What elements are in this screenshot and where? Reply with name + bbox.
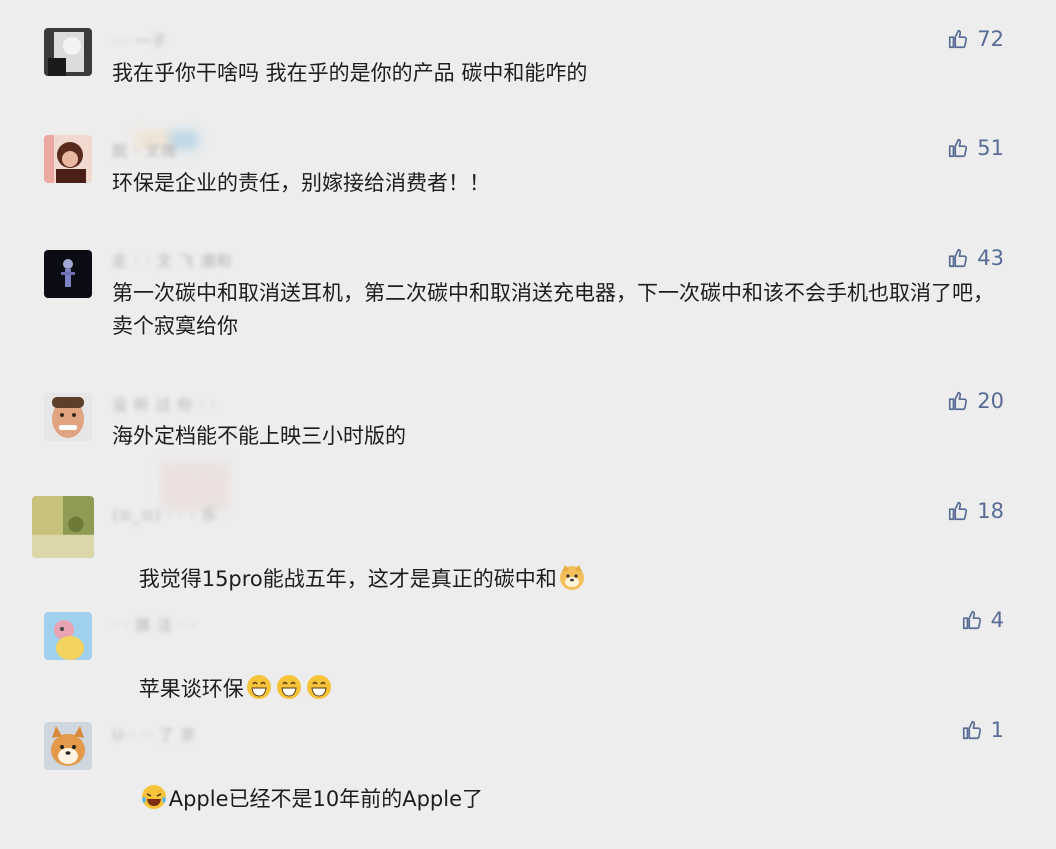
thumbs-up-icon bbox=[949, 29, 968, 49]
username[interactable]: U·· ·· 了 京 bbox=[112, 724, 196, 744]
avatar[interactable] bbox=[44, 393, 92, 441]
avatar[interactable] bbox=[32, 496, 94, 558]
comment-text: 第一次碳中和取消送耳机，第二次碳中和取消送充电器，下一次碳中和该不会手机也取消了… bbox=[112, 281, 994, 338]
comment-text: 海外定档能不能上映三小时版的 bbox=[112, 424, 406, 448]
username[interactable]: 脱 · 文微 bbox=[112, 140, 177, 160]
blurred-overlay bbox=[160, 462, 230, 510]
like-button[interactable]: 51 bbox=[947, 136, 1004, 160]
username[interactable]: · · 旗 注 · · bbox=[112, 614, 196, 634]
like-count: 43 bbox=[977, 246, 1004, 270]
like-button[interactable]: 4 bbox=[961, 608, 1004, 632]
comment-text: 苹果谈环保 bbox=[112, 640, 1012, 739]
avatar[interactable] bbox=[44, 28, 92, 76]
thumbs-up-icon bbox=[949, 248, 968, 268]
username[interactable]: 走 · · 文 飞 潮和 bbox=[112, 250, 232, 270]
like-button[interactable]: 43 bbox=[947, 246, 1004, 270]
comment-text: Apple已经不是10年前的Apple了 bbox=[112, 750, 1012, 849]
avatar[interactable] bbox=[44, 722, 92, 770]
thumbs-up-icon bbox=[962, 720, 981, 740]
avatar[interactable] bbox=[44, 250, 92, 298]
like-count: 72 bbox=[977, 27, 1004, 51]
grin-emoji bbox=[305, 673, 333, 701]
thumbs-up-icon bbox=[949, 391, 968, 411]
username[interactable]: (⊙_⊙) · · · 乐 bbox=[112, 504, 218, 524]
avatar[interactable] bbox=[44, 612, 92, 660]
comment-text-content: Apple已经不是10年前的Apple了 bbox=[168, 787, 483, 811]
like-button[interactable]: 1 bbox=[961, 718, 1004, 742]
comment-text: 环保是企业的责任，别嫁接给消费者！！ bbox=[112, 171, 490, 195]
comment-text-content: 苹果谈环保 bbox=[138, 677, 244, 701]
avatar[interactable] bbox=[44, 135, 92, 183]
comment-text-content: 我觉得15pro能战五年，这才是真正的碳中和 bbox=[138, 567, 557, 591]
like-count: 18 bbox=[977, 499, 1004, 523]
like-button[interactable]: 20 bbox=[947, 389, 1004, 413]
like-button[interactable]: 18 bbox=[947, 499, 1004, 523]
doge-emoji bbox=[558, 563, 586, 591]
thumbs-up-icon bbox=[949, 138, 968, 158]
like-count: 51 bbox=[977, 136, 1004, 160]
grin-emoji bbox=[275, 673, 303, 701]
grin-emoji bbox=[245, 673, 273, 701]
like-count: 1 bbox=[990, 718, 1004, 742]
comment-text: 我在乎你干啥吗 我在乎的是你的产品 碳中和能咋的 bbox=[112, 61, 588, 85]
like-count: 20 bbox=[977, 389, 1004, 413]
like-count: 4 bbox=[990, 608, 1004, 632]
username[interactable]: 没 听 过 你 · · bbox=[112, 394, 216, 414]
thumbs-up-icon bbox=[962, 610, 981, 630]
like-button[interactable]: 72 bbox=[947, 27, 1004, 51]
comment-text: 我觉得15pro能战五年，这才是真正的碳中和 bbox=[112, 530, 1012, 629]
username[interactable]: ··· 一子 bbox=[112, 30, 167, 50]
laugh-cry-emoji bbox=[140, 783, 168, 811]
thumbs-up-icon bbox=[949, 501, 968, 521]
